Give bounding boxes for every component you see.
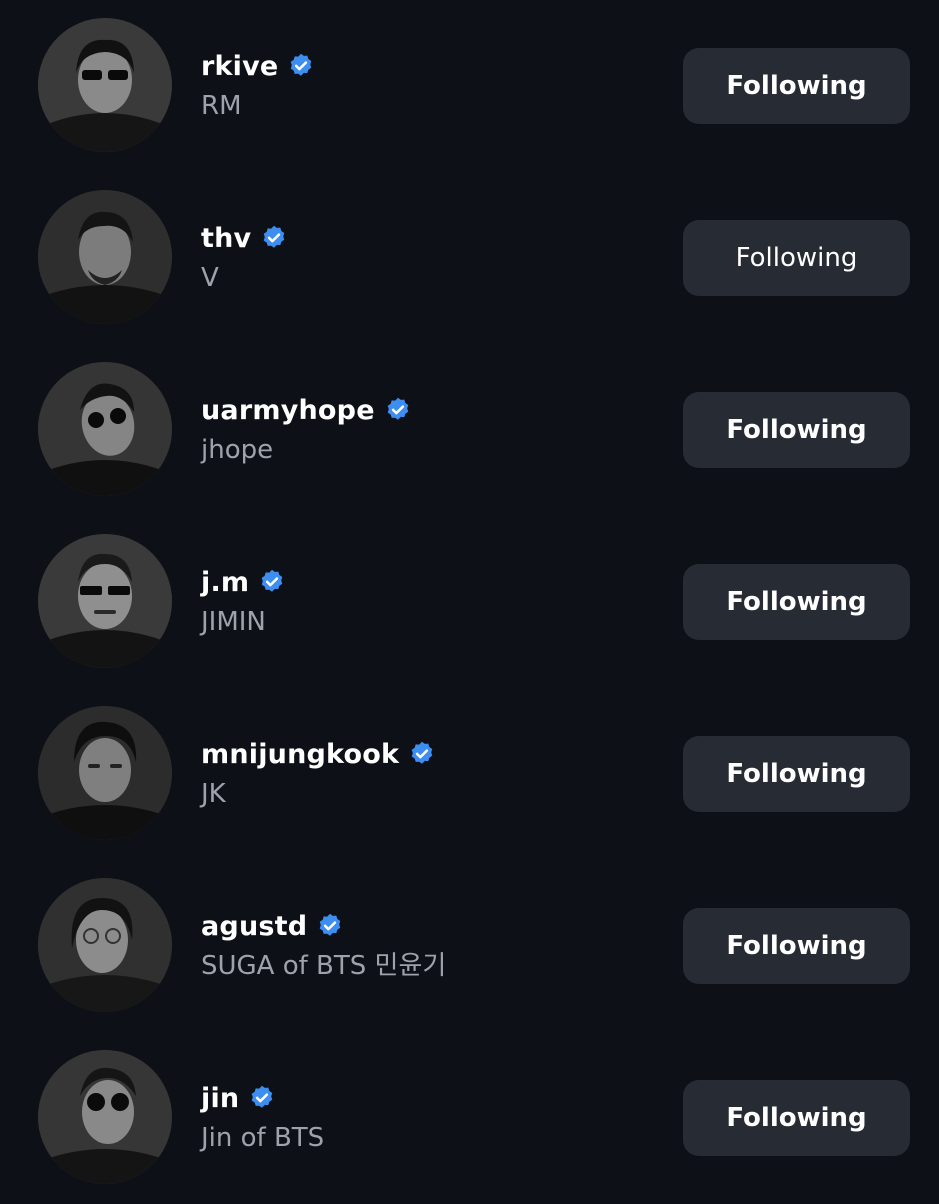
profile-photo-icon (38, 1050, 172, 1184)
display-name: RM (201, 91, 242, 121)
verified-badge-icon (287, 52, 315, 80)
display-name: jhope (201, 435, 274, 465)
avatar[interactable] (38, 362, 172, 496)
list-item[interactable]: agustd SUGA of BTS 민윤기 Following (0, 860, 939, 1032)
following-button[interactable]: Following (683, 392, 910, 468)
avatar[interactable] (38, 534, 172, 668)
verified-badge-icon (258, 568, 286, 596)
username[interactable]: uarmyhope (201, 395, 375, 426)
following-button[interactable]: Following (683, 908, 910, 984)
following-button[interactable]: Following (683, 1080, 910, 1156)
list-item[interactable]: jin Jin of BTS Following (0, 1032, 939, 1204)
list-item[interactable]: uarmyhope jhope Following (0, 344, 939, 516)
profile-photo-icon (38, 534, 172, 668)
list-item[interactable]: rkive RM Following (0, 0, 939, 172)
username[interactable]: mnijungkook (201, 739, 399, 770)
display-name: Jin of BTS (201, 1123, 325, 1153)
list-item[interactable]: mnijungkook JK Following (0, 688, 939, 860)
list-item[interactable]: thv V Following (0, 172, 939, 344)
display-name: JK (201, 779, 226, 809)
avatar[interactable] (38, 18, 172, 152)
profile-photo-icon (38, 190, 172, 324)
username[interactable]: jin (201, 1083, 239, 1114)
username[interactable]: thv (201, 223, 251, 254)
verified-badge-icon (316, 912, 344, 940)
display-name: SUGA of BTS 민윤기 (201, 951, 447, 981)
avatar[interactable] (38, 1050, 172, 1184)
following-button[interactable]: Following (683, 48, 910, 124)
following-list: rkive RM Following thv V Following uarmy… (0, 0, 939, 1199)
avatar[interactable] (38, 878, 172, 1012)
list-item[interactable]: j.m JIMIN Following (0, 516, 939, 688)
verified-badge-icon (260, 224, 288, 252)
profile-photo-icon (38, 878, 172, 1012)
avatar[interactable] (38, 706, 172, 840)
display-name: JIMIN (201, 607, 266, 637)
verified-badge-icon (248, 1084, 276, 1112)
profile-photo-icon (38, 706, 172, 840)
verified-badge-icon (384, 396, 412, 424)
following-button[interactable]: Following (683, 564, 910, 640)
display-name: V (201, 263, 219, 293)
username[interactable]: j.m (201, 567, 249, 598)
avatar[interactable] (38, 190, 172, 324)
profile-photo-icon (38, 18, 172, 152)
following-button[interactable]: Following (683, 220, 910, 296)
profile-photo-icon (38, 362, 172, 496)
verified-badge-icon (408, 740, 436, 768)
following-button[interactable]: Following (683, 736, 910, 812)
username[interactable]: agustd (201, 911, 307, 942)
username[interactable]: rkive (201, 51, 278, 82)
